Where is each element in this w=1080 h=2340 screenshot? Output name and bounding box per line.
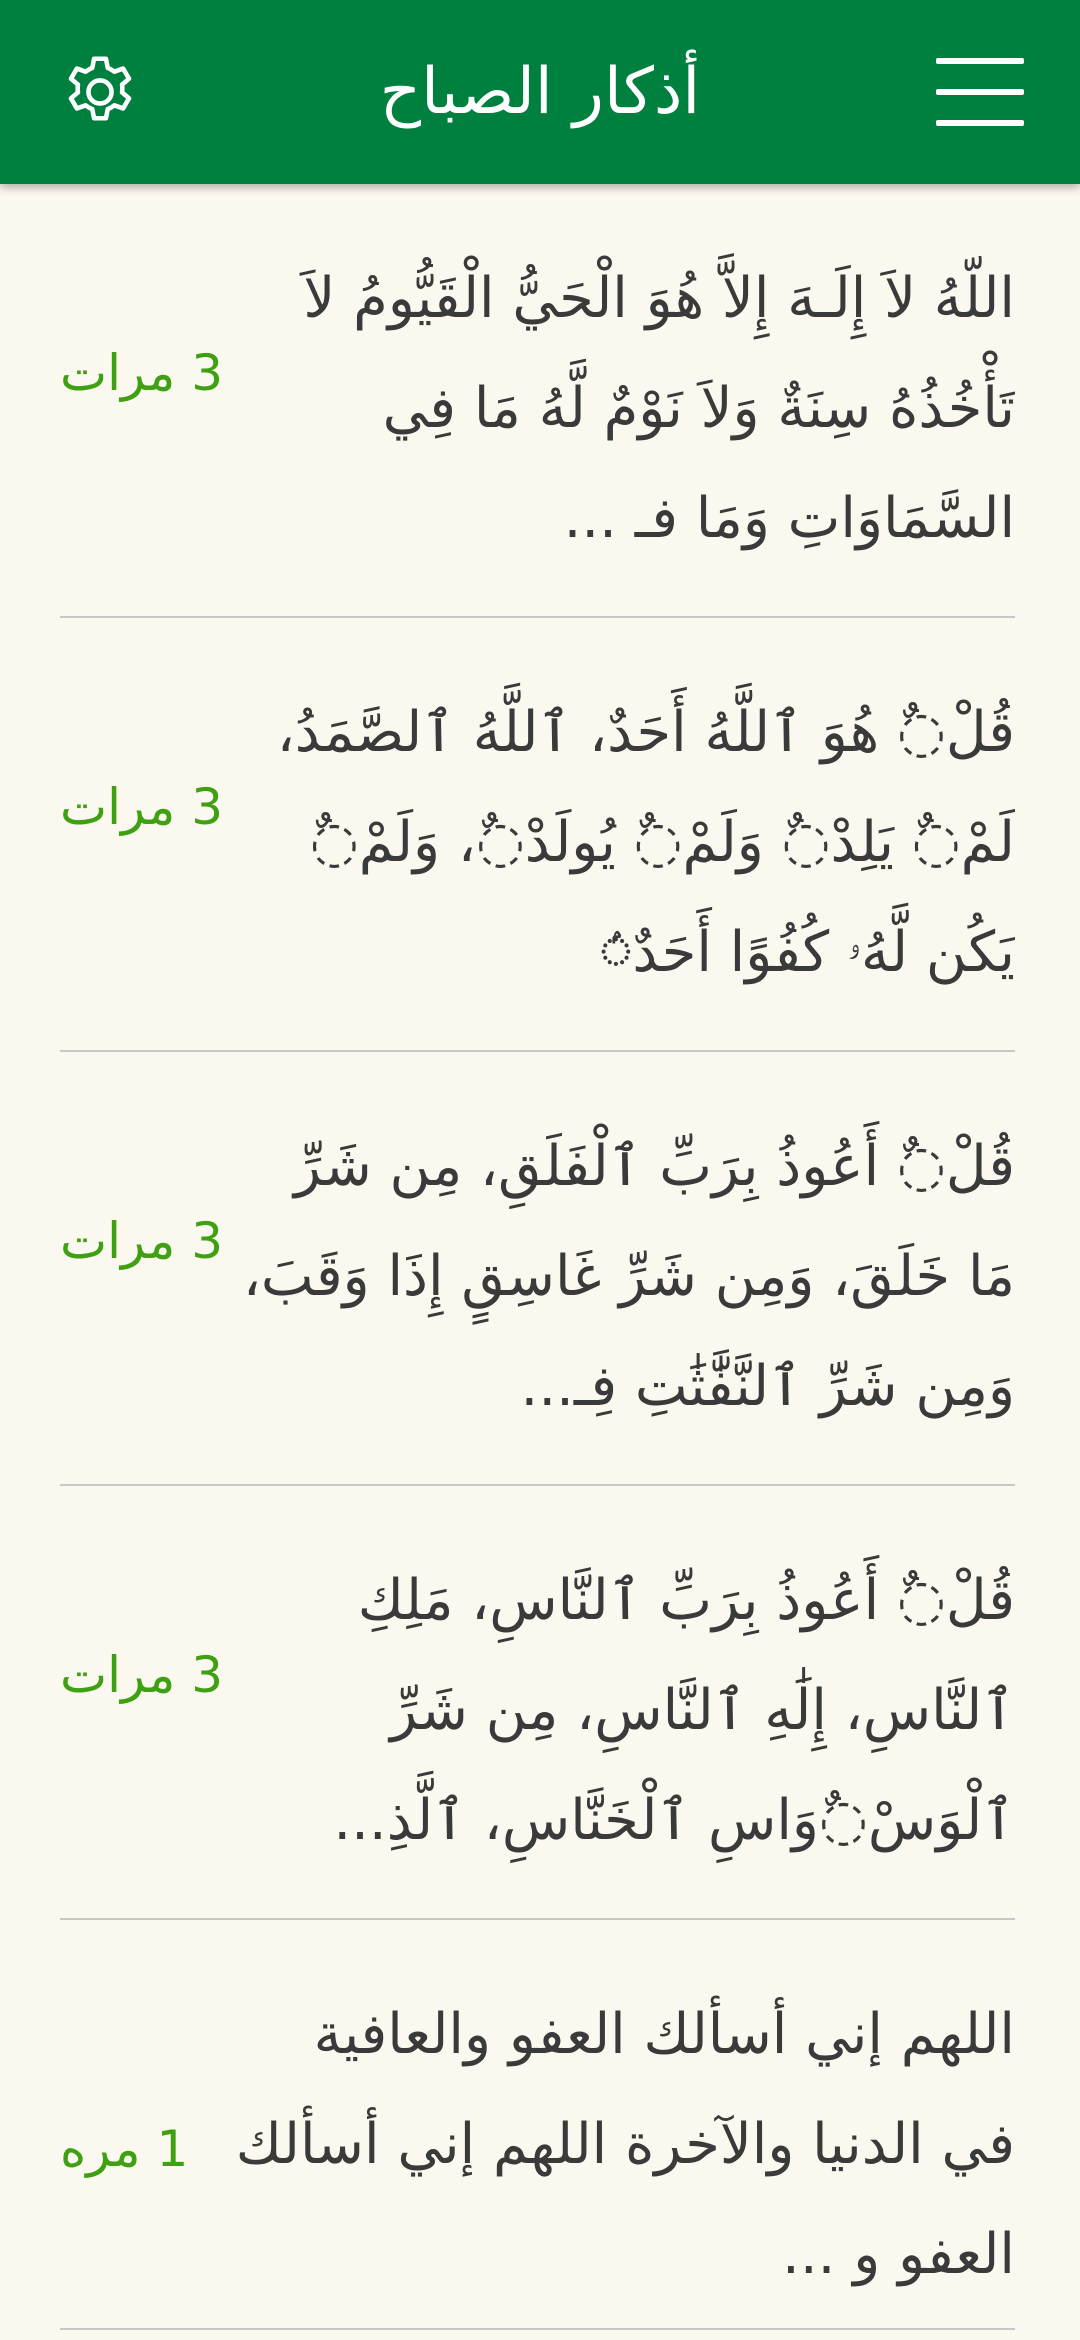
zikr-text: اللهم إني أسألك العفو والعافية في الدنيا… [235,2002,1015,2287]
list-item[interactable]: قُلْ◌ٌ أَعُوذُ بِرَبِّ ٱلنَّاسِ، مَلِكِ … [0,1486,1080,1920]
zikr-text: قُلْ◌ٌ أَعُوذُ بِرَبِّ ٱلْفَلَقِ، مِن شَ… [242,1134,1015,1419]
azkar-list[interactable]: اللّهُ لاَ إِلَـهَ إِلاَّ هُوَ الْحَيُّ … [0,184,1080,2340]
gear-icon [68,56,132,121]
repeat-count: 3 مرات [60,778,224,836]
hamburger-menu-icon-bar [936,120,1024,126]
list-item[interactable]: قُلْ◌ٌ أَعُوذُ بِرَبِّ ٱلْفَلَقِ، مِن شَ… [0,1052,1080,1486]
list-item[interactable]: اللّهُ لاَ إِلَـهَ إِلاَّ هُوَ الْحَيُّ … [0,184,1080,618]
zikr-text: قُلْ◌ٌ أَعُوذُ بِرَبِّ ٱلنَّاسِ، مَلِكِ … [333,1568,1015,1853]
hamburger-menu-icon-bar [936,89,1024,95]
app-bar: أذكار الصباح [0,0,1080,184]
repeat-count: 3 مرات [60,1212,224,1270]
settings-button[interactable] [52,44,148,140]
page-title: أذكار الصباح [379,55,701,129]
repeat-count: 3 مرات [60,1646,224,1704]
repeat-count: 3 مرات [60,344,224,402]
list-item[interactable]: قُلْ◌ٌ هُوَ ٱللَّهُ أَحَدٌ، ٱللَّهُ ٱلصَ… [0,618,1080,1052]
divider [60,2328,1015,2330]
hamburger-menu-icon [936,58,1024,64]
zikr-text: اللّهُ لاَ إِلَـهَ إِلاَّ هُوَ الْحَيُّ … [303,266,1015,551]
zikr-text: قُلْ◌ٌ هُوَ ٱللَّهُ أَحَدٌ، ٱللَّهُ ٱلصَ… [276,700,1015,985]
menu-button[interactable] [928,52,1028,132]
repeat-count: 1 مره [60,2120,189,2178]
list-item[interactable]: اللهم إني أسألك العفو والعافية في الدنيا… [0,1920,1080,2330]
